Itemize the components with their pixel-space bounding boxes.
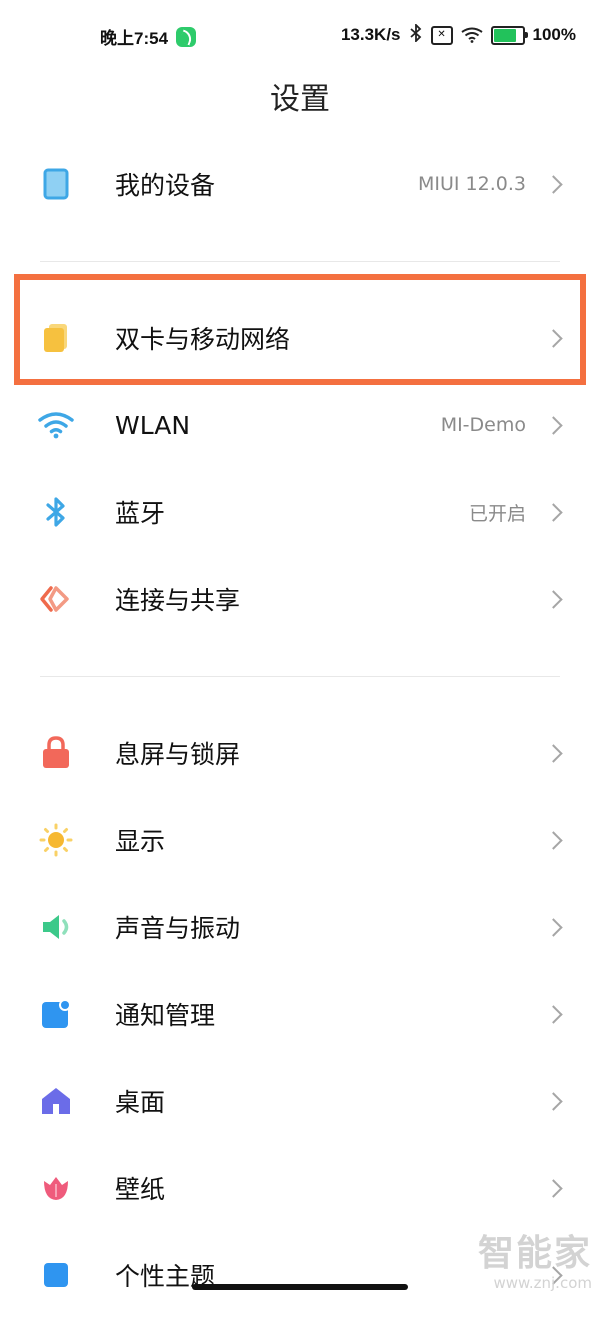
no-sim-icon: ✕	[430, 25, 453, 45]
sun-icon	[38, 822, 74, 858]
wifi-status-icon	[460, 27, 483, 43]
battery-icon	[490, 25, 528, 45]
flower-icon	[38, 1170, 74, 1206]
chevron-right-icon	[544, 743, 563, 763]
item-label: 显示	[115, 827, 166, 856]
battery-percent: 100%	[532, 25, 576, 44]
item-label: 壁纸	[115, 1175, 166, 1204]
watermark-brand: 智能家	[477, 1233, 592, 1274]
chevron-right-icon	[544, 830, 563, 850]
settings-item-wlan[interactable]: WLAN MI-Demo	[0, 381, 600, 469]
settings-item-my-device[interactable]: 我的设备 MIUI 12.0.3	[0, 140, 600, 228]
theme-icon	[38, 1257, 74, 1293]
watermark: 智能家 www.znj.com	[477, 1233, 592, 1293]
home-indicator[interactable]	[192, 1284, 408, 1290]
item-label: 蓝牙	[115, 499, 166, 528]
bluetooth-icon	[38, 494, 74, 530]
section-divider	[40, 676, 560, 677]
status-bar: 晚上7:54 13.3K/s ✕ 100%	[0, 0, 600, 70]
highlight-box	[14, 274, 586, 385]
item-label: 桌面	[115, 1088, 166, 1117]
settings-item-bluetooth[interactable]: 蓝牙 已开启	[0, 468, 600, 556]
lock-icon	[38, 735, 74, 771]
item-label: 连接与共享	[115, 586, 241, 615]
speaker-icon	[38, 909, 74, 945]
item-label: 息屏与锁屏	[115, 740, 241, 769]
bluetooth-status-icon	[409, 22, 423, 46]
tablet-icon	[38, 166, 74, 202]
chevron-right-icon	[544, 1004, 563, 1024]
item-label: 我的设备	[115, 171, 216, 200]
item-label: 声音与振动	[115, 914, 241, 943]
item-value: 已开启	[468, 502, 526, 525]
wifi-icon	[38, 407, 74, 443]
notification-icon	[38, 996, 74, 1032]
page-title: 设置	[270, 82, 330, 117]
phone-call-icon	[176, 26, 197, 47]
section-divider	[40, 261, 560, 262]
item-value: MIUI 12.0.3	[418, 173, 526, 195]
settings-item-wallpaper[interactable]: 壁纸	[0, 1144, 600, 1232]
item-label: 通知管理	[115, 1001, 216, 1030]
chevron-right-icon	[544, 917, 563, 937]
network-speed: 13.3K/s	[340, 25, 401, 44]
settings-item-desktop[interactable]: 桌面	[0, 1057, 600, 1145]
watermark-url: www.znj.com	[493, 1274, 592, 1292]
settings-item-connection-sharing[interactable]: 连接与共享	[0, 555, 600, 643]
settings-item-sound[interactable]: 声音与振动	[0, 883, 600, 971]
chevron-right-icon	[544, 415, 563, 435]
chevron-right-icon	[544, 1178, 563, 1198]
item-label: WLAN	[115, 410, 191, 440]
settings-item-notifications[interactable]: 通知管理	[0, 970, 600, 1058]
status-right: 13.3K/s ✕ 100%	[340, 22, 576, 46]
settings-item-display[interactable]: 显示	[0, 796, 600, 884]
chevron-right-icon	[544, 1091, 563, 1111]
status-time: 晚上7:54	[100, 29, 169, 48]
item-value: MI-Demo	[440, 414, 526, 436]
home-icon	[38, 1083, 74, 1119]
chevron-right-icon	[544, 174, 563, 194]
share-icon	[38, 581, 74, 617]
status-left: 晚上7:54	[100, 24, 197, 49]
chevron-right-icon	[544, 589, 563, 609]
chevron-right-icon	[544, 502, 563, 522]
settings-item-lock-screen[interactable]: 息屏与锁屏	[0, 709, 600, 797]
